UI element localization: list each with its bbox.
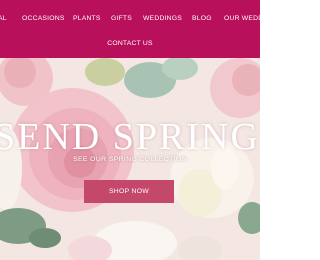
top-navigation: AL OCCASIONS PLANTS GIFTS WEDDINGS BLOG … <box>0 0 265 58</box>
shop-now-button[interactable]: SHOP NOW <box>84 180 174 203</box>
nav-menu-row: AL OCCASIONS PLANTS GIFTS WEDDINGS BLOG … <box>0 0 265 38</box>
nav-item-gifts[interactable]: GIFTS <box>111 15 132 22</box>
nav-item-contact-us[interactable]: CONTACT US <box>0 40 260 47</box>
nav-item-weddings[interactable]: WEDDINGS <box>143 15 182 22</box>
nav-item-blog[interactable]: BLOG <box>192 15 212 22</box>
nav-item-occasions[interactable]: OCCASIONS <box>22 15 65 22</box>
nav-item-al[interactable]: AL <box>0 15 7 22</box>
hero-subtitle-link[interactable]: SEE OUR SPRING COLLECTION <box>0 156 260 163</box>
hero-banner: SEND SPRING SEE OUR SPRING COLLECTION SH… <box>0 58 260 260</box>
nav-item-our-weddings[interactable]: OUR WEDDI <box>224 15 265 22</box>
nav-item-plants[interactable]: PLANTS <box>73 15 101 22</box>
hero-title: SEND SPRING <box>0 116 260 158</box>
